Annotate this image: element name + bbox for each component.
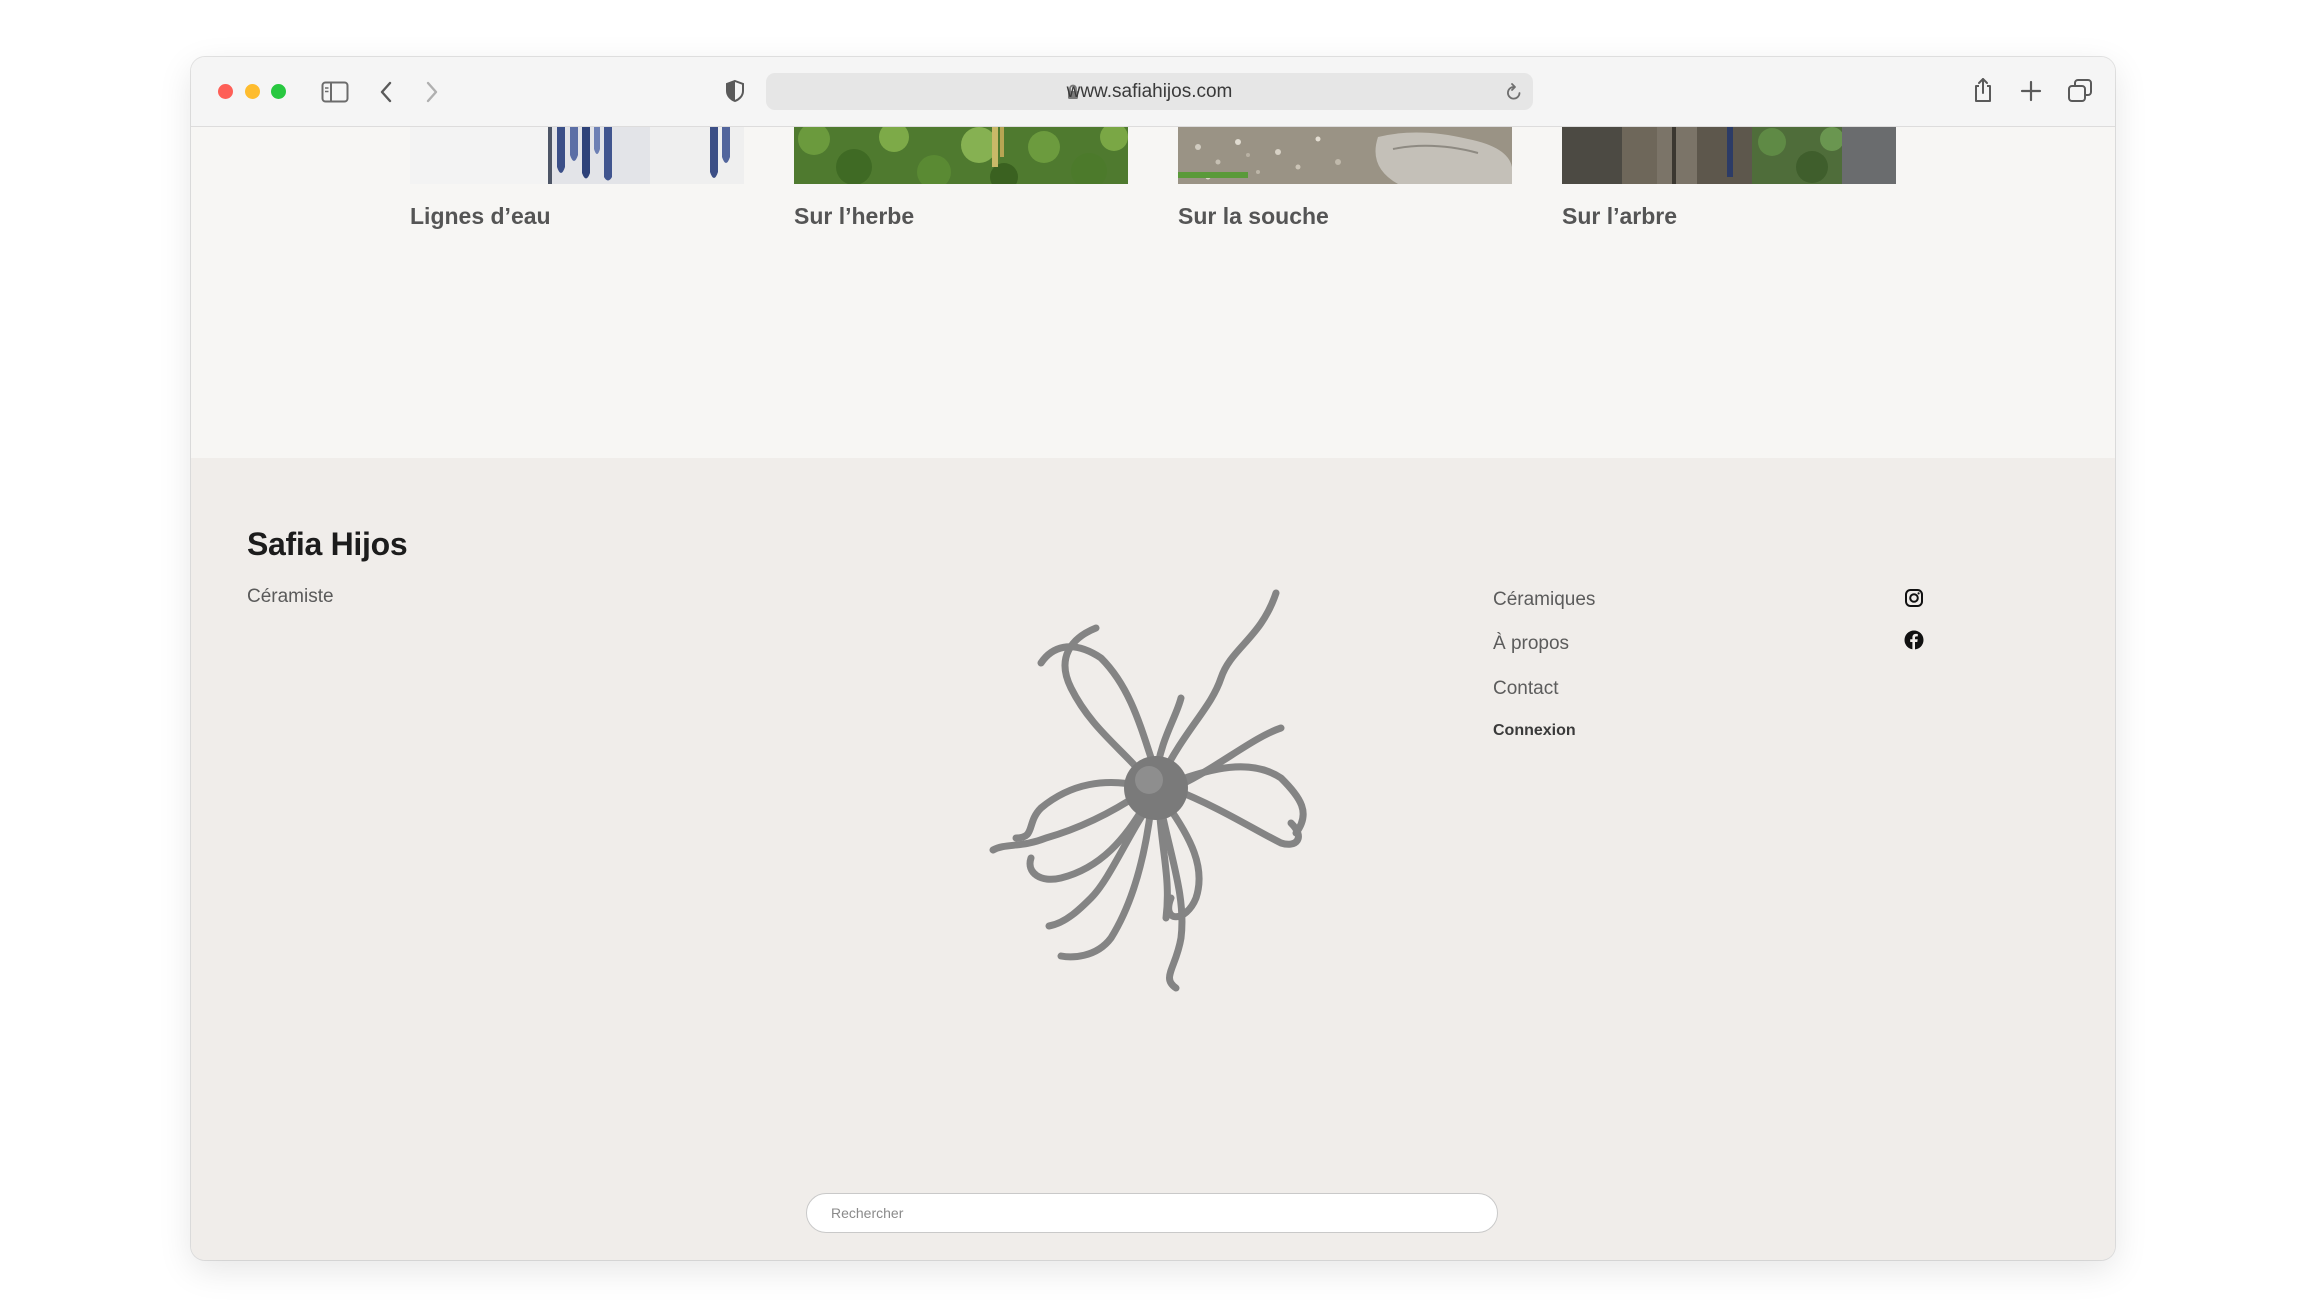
footer-link-contact[interactable]: Contact: [1493, 678, 1558, 700]
close-window-button[interactable]: [218, 84, 233, 99]
minimize-window-button[interactable]: [245, 84, 260, 99]
footer-link-a-propos[interactable]: À propos: [1493, 633, 1569, 655]
footer-link-connexion[interactable]: Connexion: [1493, 722, 1576, 740]
facebook-icon[interactable]: [1904, 630, 1924, 650]
site-tagline: Céramiste: [247, 586, 334, 607]
site-footer: Safia Hijos Céramiste Céramiques À propo…: [191, 458, 2115, 1260]
gallery-card-title[interactable]: Sur l’herbe: [794, 203, 914, 230]
share-icon[interactable]: [1972, 76, 1994, 104]
browser-window: www.safiahijos.com Lignes d’eau Sur l’he…: [191, 57, 2115, 1260]
site-name[interactable]: Safia Hijos: [247, 526, 408, 563]
zoom-window-button[interactable]: [271, 84, 286, 99]
back-icon[interactable]: [379, 80, 393, 104]
instagram-icon[interactable]: [1904, 588, 1924, 608]
forward-icon[interactable]: [425, 80, 439, 104]
address-bar[interactable]: www.safiahijos.com: [766, 73, 1533, 110]
search-input[interactable]: [806, 1193, 1498, 1233]
footer-link-ceramiques[interactable]: Céramiques: [1493, 589, 1595, 611]
gallery-thumbnail[interactable]: [1562, 127, 1896, 184]
new-tab-icon[interactable]: [2020, 80, 2042, 102]
gallery-card-title[interactable]: Sur l’arbre: [1562, 203, 1677, 230]
ceramic-sculpture-image: [989, 589, 1307, 992]
gallery-card-title[interactable]: Lignes d’eau: [410, 203, 551, 230]
browser-toolbar: www.safiahijos.com: [191, 57, 2115, 127]
page-content: Lignes d’eau Sur l’herbe Sur la souche S…: [191, 127, 2115, 1260]
tabs-overview-icon[interactable]: [2067, 78, 2093, 104]
reload-icon[interactable]: [1505, 82, 1523, 102]
address-url: www.safiahijos.com: [1066, 81, 1233, 102]
gallery-card-title[interactable]: Sur la souche: [1178, 203, 1329, 230]
shield-icon[interactable]: [724, 79, 746, 103]
gallery-section: Lignes d’eau Sur l’herbe Sur la souche S…: [191, 127, 2115, 458]
sidebar-icon[interactable]: [321, 81, 349, 103]
gallery-thumbnail[interactable]: [794, 127, 1128, 184]
gallery-thumbnail[interactable]: [410, 127, 744, 184]
gallery-thumbnail[interactable]: [1178, 127, 1512, 184]
